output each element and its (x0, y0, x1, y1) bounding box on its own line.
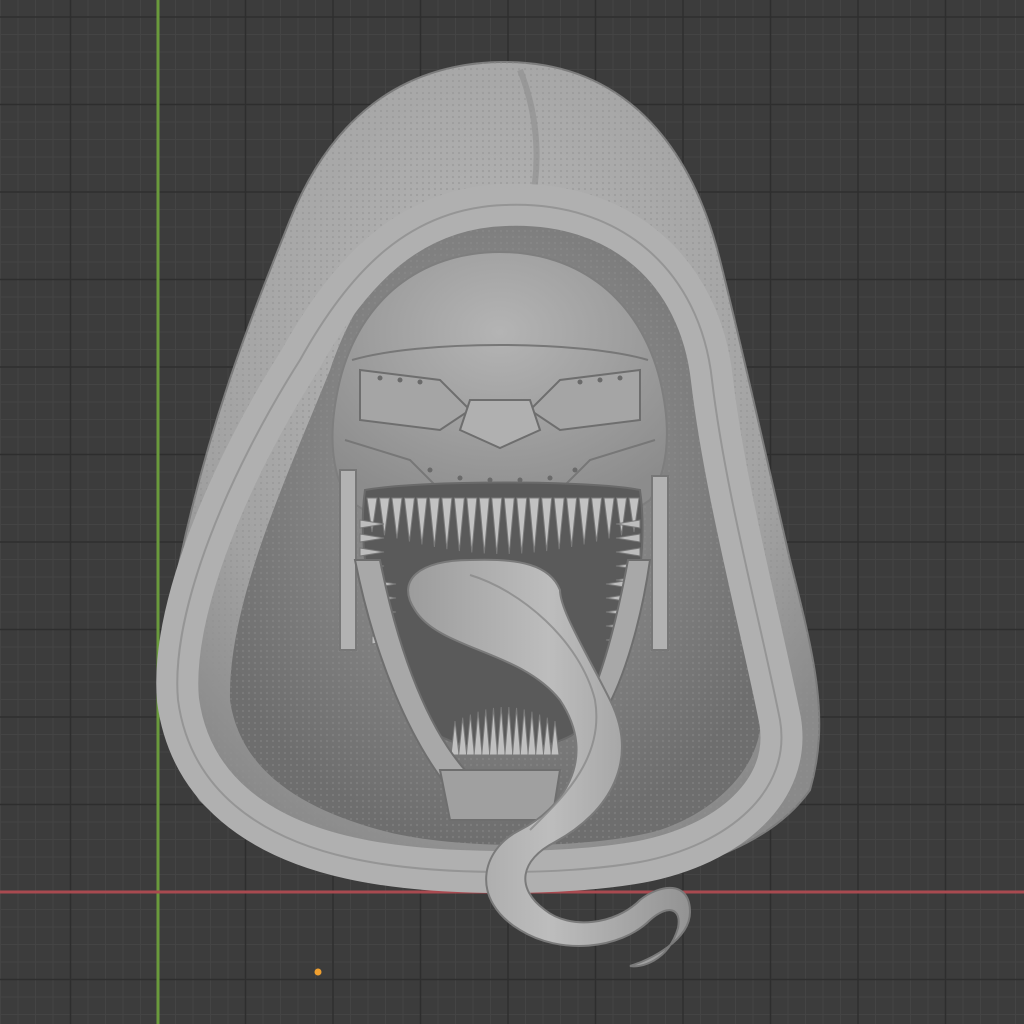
origin-point-icon[interactable] (314, 968, 322, 976)
origin-marker[interactable] (0, 0, 1024, 1024)
3d-viewport[interactable] (0, 0, 1024, 1024)
